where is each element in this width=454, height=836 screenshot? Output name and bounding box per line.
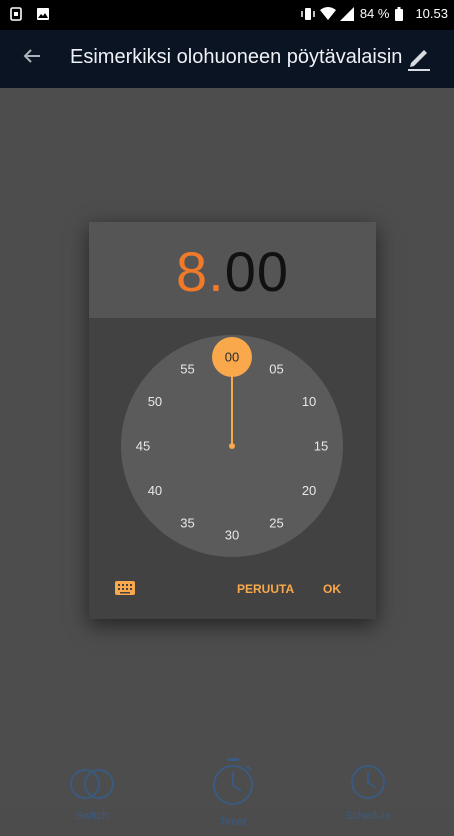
signal-icon bbox=[339, 6, 354, 21]
switch-action[interactable]: Switch bbox=[52, 766, 132, 822]
timer-action[interactable]: Timer bbox=[193, 756, 273, 828]
minute-value[interactable]: 00 bbox=[225, 240, 289, 303]
dial-number-25[interactable]: 25 bbox=[269, 516, 283, 531]
battery-percent: 84 % bbox=[359, 6, 390, 21]
cancel-button[interactable]: PERUUTA bbox=[237, 582, 294, 596]
dial-number-05[interactable]: 05 bbox=[269, 361, 283, 376]
ok-button[interactable]: OK bbox=[323, 582, 341, 596]
pencil-icon[interactable] bbox=[406, 44, 432, 72]
dial-number-30[interactable]: 30 bbox=[225, 528, 239, 543]
keyboard-icon[interactable] bbox=[115, 581, 135, 595]
battery-icon bbox=[395, 6, 409, 21]
time-separator: . bbox=[208, 240, 225, 303]
dial-number-15[interactable]: 15 bbox=[314, 439, 328, 454]
switch-label: Switch bbox=[75, 810, 109, 822]
image-icon bbox=[36, 7, 50, 21]
dial-number-40[interactable]: 40 bbox=[148, 483, 162, 498]
schedule-action[interactable]: Schedule bbox=[328, 762, 408, 822]
hour-value[interactable]: 8 bbox=[176, 240, 208, 303]
time-display: 8.00 bbox=[89, 240, 376, 304]
dialog-footer: PERUUTA OK bbox=[89, 574, 376, 608]
dial-number-35[interactable]: 35 bbox=[180, 516, 194, 531]
toggle-circles-icon bbox=[52, 766, 132, 802]
dial-number-55[interactable]: 55 bbox=[180, 361, 194, 376]
dial-number-50[interactable]: 50 bbox=[148, 394, 162, 409]
schedule-label: Schedule bbox=[345, 810, 391, 822]
sim-card-icon bbox=[10, 7, 24, 21]
clock-icon bbox=[328, 762, 408, 802]
dial-number-20[interactable]: 20 bbox=[302, 483, 316, 498]
bottom-actions: Switch Timer Schedule bbox=[0, 756, 454, 836]
time-picker-dialog: 8.00 00 05 10 15 20 25 30 35 40 45 50 55 PERUUTA OK bbox=[89, 222, 376, 619]
timer-label: Timer bbox=[219, 816, 247, 828]
app-bar: Esimerkiksi olohuoneen pöytävalaisin bbox=[0, 30, 454, 88]
stopwatch-icon bbox=[193, 756, 273, 808]
clock-dial[interactable]: 00 05 10 15 20 25 30 35 40 45 50 55 bbox=[121, 335, 343, 557]
dial-number-10[interactable]: 10 bbox=[302, 394, 316, 409]
vibrate-icon bbox=[300, 7, 315, 21]
arrow-back-icon[interactable] bbox=[22, 45, 42, 73]
status-bar: 84 % 10.53 bbox=[0, 0, 454, 30]
dial-number-45[interactable]: 45 bbox=[136, 439, 150, 454]
page-title: Esimerkiksi olohuoneen pöytävalaisin bbox=[70, 46, 403, 68]
clock-center-dot bbox=[229, 443, 235, 449]
clock-dial-svg: 00 05 10 15 20 25 30 35 40 45 50 55 bbox=[136, 337, 328, 543]
time-picker-header: 8.00 bbox=[89, 222, 376, 318]
wifi-icon bbox=[319, 6, 336, 21]
clock-time: 10.53 bbox=[415, 6, 448, 21]
dial-number-00[interactable]: 00 bbox=[225, 350, 239, 365]
